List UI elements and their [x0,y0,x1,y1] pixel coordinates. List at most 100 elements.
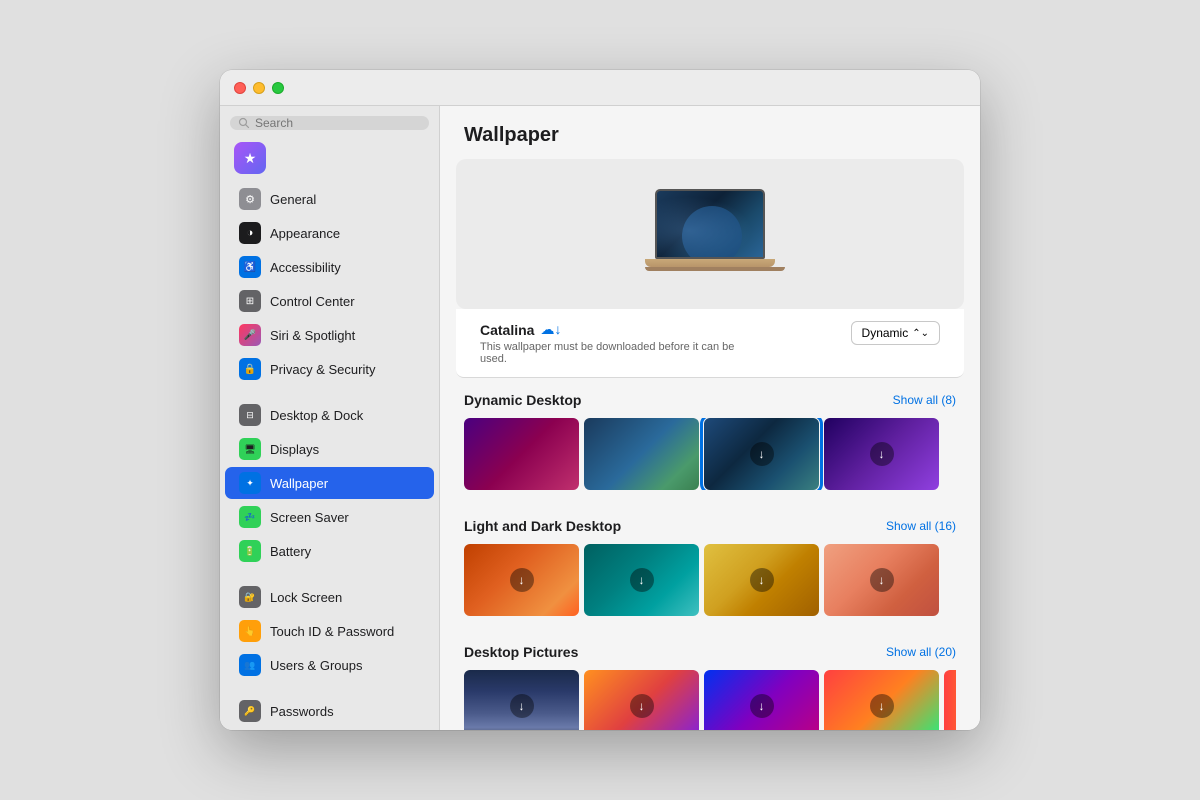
sidebar-label-lockscreen: Lock Screen [270,590,342,605]
lockscreen-icon: 🔐 [239,586,261,608]
dynamic-label: Dynamic [862,326,909,340]
sidebar-item-desktop-dock[interactable]: ⊟ Desktop & Dock [225,399,434,431]
light-dark-title: Light and Dark Desktop [464,518,621,534]
wallpaper-thumb[interactable]: ↓ [464,544,579,616]
sidebar-item-privacy[interactable]: 🔒 Privacy & Security [225,353,434,385]
sidebar-item-general[interactable]: ⚙ General [225,183,434,215]
laptop-base [645,259,775,267]
cloud-download-icon[interactable]: ☁↓ [540,321,561,338]
wallpaper-thumb[interactable]: ↓ [704,544,819,616]
download-badge: ↓ [510,694,534,718]
users-icon: 👥 [239,654,261,676]
wallpaper-thumb[interactable] [584,418,699,490]
wallpaper-icon: ✦ [239,472,261,494]
screensaver-icon: 💤 [239,506,261,528]
wallpaper-thumb[interactable]: ↓ [824,544,939,616]
sidebar: ★ ⚙ General ◑ Appearance ♿ Accessibility [220,106,440,730]
sidebar-item-passwords[interactable]: 🔑 Passwords [225,695,434,727]
displays-icon: 🖥 [239,438,261,460]
download-badge: ↓ [870,568,894,592]
search-input[interactable] [255,116,421,130]
sidebar-item-displays[interactable]: 🖥 Displays [225,433,434,465]
main-content: Wallpaper Catalina ☁↓ This wallpaper mus… [440,106,980,730]
wallpaper-thumb[interactable] [944,670,956,730]
sidebar-label-touchid: Touch ID & Password [270,624,394,639]
sidebar-label-battery: Battery [270,544,311,559]
sidebar-item-control-center[interactable]: ⊞ Control Center [225,285,434,317]
minimize-button[interactable] [253,82,265,94]
siri-icon: 🎤 [239,324,261,346]
sidebar-item-accessibility[interactable]: ♿ Accessibility [225,251,434,283]
selector-chevron: ⌃⌄ [912,328,929,339]
wallpaper-info-left: Catalina ☁↓ This wallpaper must be downl… [480,321,740,365]
wallpaper-thumb[interactable]: ↓ [824,418,939,490]
desktop-pictures-section: Desktop Pictures Show all (20) ↓ ↓ ↓ ↓ [440,630,980,730]
show-all-pictures[interactable]: Show all (20) [886,645,956,659]
wallpaper-preview [456,159,964,309]
light-dark-section: Light and Dark Desktop Show all (16) ↓ ↓… [440,504,980,616]
sidebar-label-control: Control Center [270,294,355,309]
top-icon: ★ [234,142,266,174]
gallery-header-lightdark: Light and Dark Desktop Show all (16) [464,518,956,534]
sidebar-label-screensaver: Screen Saver [270,510,349,525]
desktop-pictures-grid: ↓ ↓ ↓ ↓ [464,670,956,730]
download-badge: ↓ [750,694,774,718]
wallpaper-thumb[interactable]: ↓ [464,670,579,730]
sidebar-item-screensaver[interactable]: 💤 Screen Saver [225,501,434,533]
download-badge: ↓ [870,694,894,718]
traffic-lights [234,82,284,94]
sidebar-item-appearance[interactable]: ◑ Appearance [225,217,434,249]
gallery-header-pictures: Desktop Pictures Show all (20) [464,644,956,660]
wallpaper-thumb[interactable]: ↓ [584,670,699,730]
dynamic-desktop-grid: ↓ ↓ [464,418,956,490]
wallpaper-thumb[interactable] [464,418,579,490]
sidebar-label-accessibility: Accessibility [270,260,341,275]
sidebar-label-displays: Displays [270,442,319,457]
wallpaper-thumb[interactable]: ↓ [704,670,819,730]
gallery-header-dynamic: Dynamic Desktop Show all (8) [464,392,956,408]
sidebar-item-internet[interactable]: @ Internet Accounts [225,729,434,730]
wallpaper-thumb[interactable]: ↓ [584,544,699,616]
main-window: ★ ⚙ General ◑ Appearance ♿ Accessibility [220,70,980,730]
sidebar-item-siri[interactable]: 🎤 Siri & Spotlight [225,319,434,351]
download-badge: ↓ [510,568,534,592]
dynamic-selector[interactable]: Dynamic ⌃⌄ [851,321,940,345]
dynamic-desktop-section: Dynamic Desktop Show all (8) ↓ ↓ [440,378,980,490]
wallpaper-thumb[interactable]: ↓ [824,670,939,730]
show-all-dynamic[interactable]: Show all (8) [893,393,956,407]
close-button[interactable] [234,82,246,94]
download-badge: ↓ [630,694,654,718]
accessibility-icon: ♿ [239,256,261,278]
sidebar-item-wallpaper[interactable]: ✦ Wallpaper [225,467,434,499]
sidebar-item-lockscreen[interactable]: 🔐 Lock Screen [225,581,434,613]
control-center-icon: ⊞ [239,290,261,312]
download-badge: ↓ [750,442,774,466]
search-icon [238,117,250,129]
battery-icon: 🔋 [239,540,261,562]
laptop-screen [655,189,765,259]
maximize-button[interactable] [272,82,284,94]
window-body: ★ ⚙ General ◑ Appearance ♿ Accessibility [220,106,980,730]
download-badge: ↓ [750,568,774,592]
touchid-icon: 👆 [239,620,261,642]
desktop-dock-icon: ⊟ [239,404,261,426]
sidebar-label-wallpaper: Wallpaper [270,476,328,491]
title-bar [220,70,980,106]
page-title: Wallpaper [440,106,980,159]
download-badge: ↓ [630,568,654,592]
sidebar-item-touchid[interactable]: 👆 Touch ID & Password [225,615,434,647]
sidebar-label-general: General [270,192,316,207]
wallpaper-description: This wallpaper must be downloaded before… [480,341,740,365]
desktop-pictures-title: Desktop Pictures [464,644,578,660]
wallpaper-name-row: Catalina ☁↓ [480,321,740,338]
laptop-image [645,189,775,279]
privacy-icon: 🔒 [239,358,261,380]
show-all-lightdark[interactable]: Show all (16) [886,519,956,533]
wallpaper-name: Catalina [480,322,534,338]
wallpaper-info-bar: Catalina ☁↓ This wallpaper must be downl… [456,309,964,378]
sidebar-item-battery[interactable]: 🔋 Battery [225,535,434,567]
sidebar-item-users-groups[interactable]: 👥 Users & Groups [225,649,434,681]
general-icon: ⚙ [239,188,261,210]
search-bar[interactable] [230,116,429,130]
wallpaper-thumb-selected[interactable]: ↓ [704,418,819,490]
